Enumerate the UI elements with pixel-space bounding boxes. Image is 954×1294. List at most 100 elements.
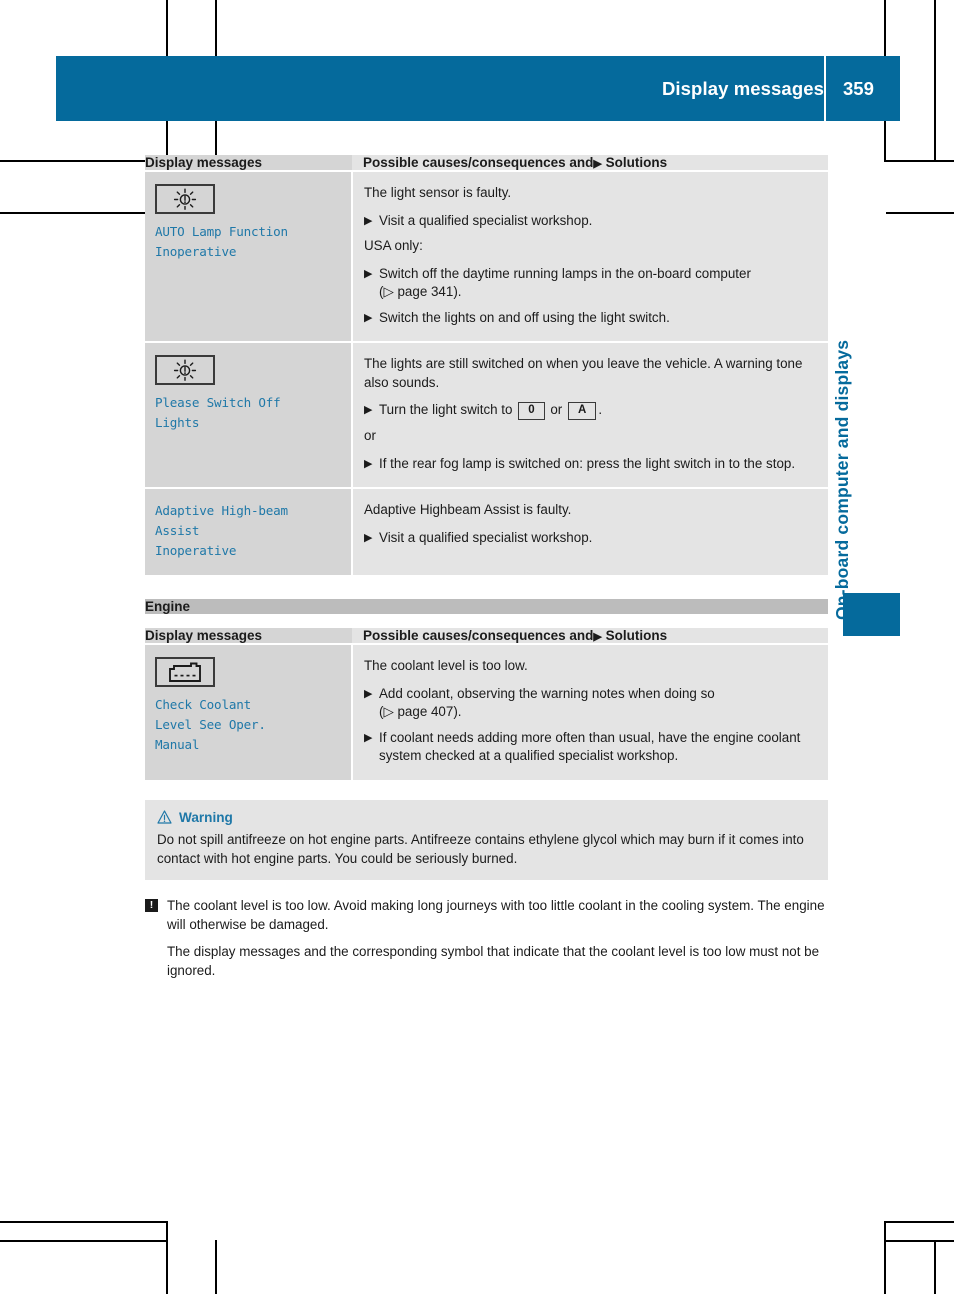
chapter-tab-label: On-board computer and displays xyxy=(832,339,852,620)
page-title: Display messages xyxy=(661,78,824,99)
solutions-marker-icon: ▶ xyxy=(593,631,602,643)
table-row: Check Coolant Level See Oper. Manual The… xyxy=(145,644,828,780)
crop-mark-bottom-right-v2 xyxy=(934,1240,936,1294)
page-content: Display messages Possible causes/consequ… xyxy=(145,155,828,981)
column-header-causes-solutions: Possible causes/consequences and▶ Soluti… xyxy=(352,628,828,645)
column-header-display-messages: Display messages xyxy=(145,628,352,645)
solution-text: Turn the light switch to xyxy=(379,402,513,417)
crop-mark-bottom-right-v1 xyxy=(884,1221,886,1294)
crop-mark-bottom-left-h1 xyxy=(0,1221,168,1223)
table-row: AUTO Lamp Function Inoperative The light… xyxy=(145,171,828,343)
cause-text: The light sensor is faulty. xyxy=(364,185,512,200)
alternative-connector: or xyxy=(364,428,376,443)
display-message-label: Please Switch Off Lights xyxy=(155,395,281,430)
bullet-triangle-icon: ▶ xyxy=(364,687,373,700)
solution-bullet: ▶ Switch the lights on and off using the … xyxy=(364,309,812,328)
crop-mark-top-left-h2 xyxy=(0,212,168,214)
solution-bullet: ▶ Visit a qualified specialist workshop. xyxy=(364,529,812,548)
crop-mark-top-right-h2 xyxy=(886,212,954,214)
column-header-suffix: Solutions xyxy=(605,155,668,170)
bullet-triangle-icon: ▶ xyxy=(364,311,373,324)
warning-heading: Warning xyxy=(157,810,816,825)
solution-text: Add coolant, observing the warning notes… xyxy=(379,685,715,701)
crop-mark-bottom-left-h2 xyxy=(0,1240,168,1242)
description-cell: The light sensor is faulty. ▶ Visit a qua… xyxy=(351,171,828,343)
warning-gap xyxy=(145,780,828,800)
page-number: 359 xyxy=(843,78,874,99)
chapter-tab-marker xyxy=(843,593,900,636)
exclamation-box-icon: ! xyxy=(145,898,158,912)
cause-text: USA only: xyxy=(364,238,423,253)
solution-text: If coolant needs adding more often than … xyxy=(379,729,801,764)
display-message-label: AUTO Lamp Function Inoperative xyxy=(155,224,288,259)
crop-mark-bottom-right-h2 xyxy=(886,1240,954,1242)
column-header-causes-solutions: Possible causes/consequences and▶ Soluti… xyxy=(352,155,828,172)
engine-messages-table: Display messages Possible causes/consequ… xyxy=(145,628,828,780)
section-title-row: Engine xyxy=(145,599,828,614)
crop-mark-top-right-h1 xyxy=(886,160,954,162)
solution-text: Visit a qualified specialist workshop. xyxy=(379,529,593,545)
header-divider xyxy=(824,56,826,121)
notes-block: ! The coolant level is too low. Avoid ma… xyxy=(145,896,828,981)
bullet-triangle-icon: ▶ xyxy=(364,731,373,744)
lamp-bulb-icon xyxy=(155,184,215,214)
solution-text: Switch the lights on and off using the l… xyxy=(379,309,670,325)
warning-triangle-icon xyxy=(157,810,172,824)
message-cell: AUTO Lamp Function Inoperative xyxy=(145,171,352,343)
warning-title: Warning xyxy=(179,809,233,825)
crop-mark-bottom-left-v1 xyxy=(166,1221,168,1294)
keycap-conjunction: or xyxy=(550,402,563,417)
display-message-label: Check Coolant Level See Oper. Manual xyxy=(155,697,266,752)
message-cell: Please Switch Off Lights xyxy=(145,342,352,489)
solution-text: Switch off the daytime running lamps in … xyxy=(379,265,751,281)
table-header-row: Display messages Possible causes/consequ… xyxy=(145,155,828,172)
sentence-period: . xyxy=(598,402,603,417)
bullet-triangle-icon: ▶ xyxy=(364,267,373,280)
crop-mark-bottom-right-h1 xyxy=(886,1221,954,1223)
description-cell: Adaptive Highbeam Assist is faulty. ▶ Vis… xyxy=(351,488,828,575)
display-message-label: Adaptive High-beam Assist Inoperative xyxy=(155,503,288,558)
cause-text: The coolant level is too low. xyxy=(364,658,528,673)
lamp-bulb-icon xyxy=(155,355,215,385)
column-header-suffix: Solutions xyxy=(605,628,668,643)
solution-bullet: ▶ Add coolant, observing the warning note… xyxy=(364,685,812,722)
bullet-triangle-icon: ▶ xyxy=(364,457,373,470)
display-messages-table-lights: Display messages Possible causes/consequ… xyxy=(145,155,828,575)
note-primary-text: The coolant level is too low. Avoid maki… xyxy=(167,897,825,933)
solution-text: Visit a qualified specialist workshop. xyxy=(379,212,593,228)
light-switch-auto-keycap: A xyxy=(568,402,597,420)
warning-body: Do not spill antifreeze on hot engine pa… xyxy=(157,831,804,866)
page-reference[interactable]: (▷ page 341). xyxy=(379,284,462,299)
solution-bullet: ▶ Visit a qualified specialist workshop. xyxy=(364,212,812,231)
crop-mark-top-right-v2 xyxy=(934,0,936,162)
column-header-display-messages: Display messages xyxy=(145,155,352,172)
display-messages-table-engine: Engine xyxy=(145,599,828,614)
coolant-reservoir-icon xyxy=(155,657,215,687)
crop-mark-top-left-h1 xyxy=(0,160,168,162)
solutions-marker-icon: ▶ xyxy=(593,158,602,170)
cause-text: The lights are still switched on when yo… xyxy=(364,356,803,390)
column-header-prefix: Possible causes/consequences and xyxy=(363,628,594,643)
solution-text: If the rear fog lamp is switched on: pre… xyxy=(379,455,796,471)
warning-box: Warning Do not spill antifreeze on hot e… xyxy=(145,799,828,880)
crop-mark-bottom-left-v2 xyxy=(215,1240,217,1294)
note-primary: ! The coolant level is too low. Avoid ma… xyxy=(145,896,828,935)
column-header-prefix: Possible causes/consequences and xyxy=(363,155,594,170)
solution-bullet: ▶ If coolant needs adding more often than… xyxy=(364,729,812,766)
page-reference[interactable]: (▷ page 407). xyxy=(379,704,462,719)
solution-bullet: ▶ If the rear fog lamp is switched on: pr… xyxy=(364,455,812,474)
bullet-triangle-icon: ▶ xyxy=(364,404,373,416)
section-title-engine: Engine xyxy=(145,599,828,614)
description-cell: The lights are still switched on when yo… xyxy=(351,342,828,489)
cause-text: Adaptive Highbeam Assist is faulty. xyxy=(364,502,572,517)
message-cell: Adaptive High-beam Assist Inoperative xyxy=(145,488,352,575)
table-row: Adaptive High-beam Assist Inoperative Ad… xyxy=(145,488,828,575)
light-switch-off-keycap: 0 xyxy=(518,402,545,420)
description-cell: The coolant level is too low. ▶ Add coola… xyxy=(351,644,828,780)
note-secondary-text: The display messages and the correspondi… xyxy=(167,943,820,979)
bullet-triangle-icon: ▶ xyxy=(364,214,373,227)
bullet-triangle-icon: ▶ xyxy=(364,531,373,544)
table-row: Please Switch Off Lights The lights are … xyxy=(145,342,828,489)
